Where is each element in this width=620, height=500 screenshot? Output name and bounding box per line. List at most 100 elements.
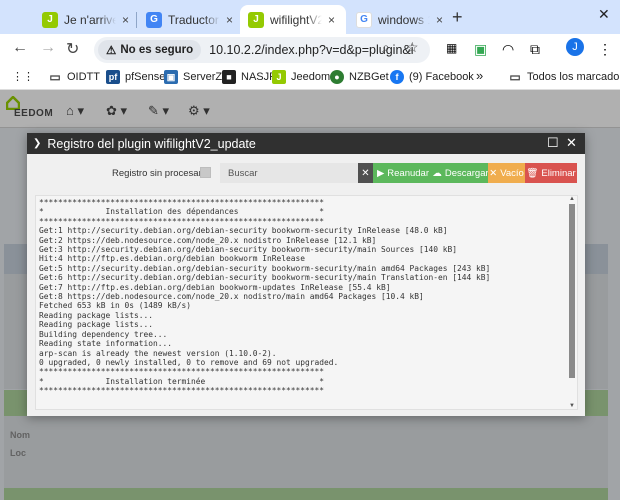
back-icon[interactable]: ← [12,39,28,57]
log-line: * Installation terminée * [39,376,325,386]
close-icon[interactable]: ✕ [566,135,577,151]
log-line: ****************************************… [39,367,325,377]
warning-icon: ⚠ [106,45,117,57]
address-bar[interactable]: ⚠ No es seguro 10.10.2.2/index.php?v=d&p… [94,37,430,63]
log-line: Reading package lists... [39,320,154,330]
extension-icon[interactable]: ▣ [474,41,487,58]
nzbget-icon: ● [330,70,344,84]
bookmark-nasjp[interactable]: ■ NASJP [222,70,276,84]
scroll-up-icon[interactable]: ▲ [569,196,575,202]
tab-title: wifilightV2 - [270,12,322,27]
security-label: No es seguro [120,44,194,56]
profile-avatar[interactable]: J [566,38,584,56]
maximize-icon[interactable]: ☐ [547,135,559,151]
jeedom-favicon-icon: J [248,11,264,28]
pfsense-icon: pf [106,70,120,84]
chevron-right-icon: ❯ [33,138,42,149]
all-bookmarks[interactable]: ▭ Todos los marcadores [508,70,620,84]
button-label: Descargar [444,167,489,179]
bookmark-pfsense[interactable]: pf pfSense [106,70,165,84]
log-line: Get:5 http://security.debian.org/debian-… [39,263,491,273]
resume-button[interactable]: ▶ Reanudar [373,163,433,183]
log-line: Get:8 https://deb.nodesource.com/node_20… [39,292,424,302]
bookmark-nzbget[interactable]: ● NZBGet [330,70,389,84]
bookmark-label: ServerZ [183,71,223,83]
button-label: Vacío [500,167,524,179]
bookmark-label: (9) Facebook [409,71,474,83]
scroll-down-icon[interactable]: ▼ [569,403,575,409]
close-tab-icon[interactable]: × [226,13,233,27]
tab-separator [136,12,137,28]
log-line: Get:7 http://ftp.es.debian.org/debian bo… [39,282,391,292]
bookmark-label: OIDTT [67,71,100,83]
nas-icon: ■ [222,70,236,84]
bookmark-label: pfSense [125,71,166,83]
bookmark-label: Todos los marcadores [527,71,620,83]
log-line: Reading package lists... [39,310,154,320]
search-input[interactable] [220,163,358,183]
raw-log-checkbox[interactable] [200,167,211,178]
clear-search-button[interactable]: ✕ [358,163,373,183]
bookmarks-bar: ⋮⋮ ▭ OIDTT pf pfSense ▣ ServerZ ■ NASJP … [0,64,620,90]
jeedom-icon: J [272,70,286,84]
delete-button[interactable]: 🗑 Eliminar [525,163,577,183]
scrollbar-thumb[interactable] [569,204,575,378]
log-line: arp-scan is already the newest version (… [39,348,277,358]
search-icon[interactable]: ⌕ [382,39,390,56]
new-tab-button[interactable]: + [452,7,463,28]
close-tab-icon[interactable]: × [328,13,335,27]
bookmark-jeedom[interactable]: J Jeedom [272,70,330,84]
log-line: Get:2 https://deb.nodesource.com/node_20… [39,235,377,245]
star-icon[interactable]: ☆ [406,39,419,56]
google-favicon-icon: G [356,11,372,28]
browser-tab-4[interactable]: G windows 11 × [348,5,451,34]
log-line: Hit:4 http://ftp.es.debian.org/debian bo… [39,254,306,264]
facebook-icon: f [390,70,404,84]
more-bookmarks-button[interactable]: » [476,68,483,83]
bookmark-serverz[interactable]: ▣ ServerZ [164,70,222,84]
qr-code-icon[interactable]: ▦ [446,41,457,55]
plugin-log-modal: ❯ Registro del plugin wifilightV2_update… [27,133,585,416]
folder-icon: ▭ [509,70,521,84]
browser-tab-active[interactable]: J wifilightV2 - × [240,5,346,34]
log-line: ****************************************… [39,198,325,207]
browser-tab-2[interactable]: G Traductor de × [138,5,241,34]
log-output[interactable]: ****************************************… [35,195,578,410]
server-icon: ▣ [164,70,178,84]
translate-favicon-icon: G [146,11,162,28]
log-line: Building dependency tree... [39,329,168,339]
close-tab-icon[interactable]: × [436,13,443,27]
trash-icon: 🗑 [526,167,539,179]
cloud-download-icon: ☁ [432,167,442,179]
close-tab-icon[interactable]: × [122,13,129,27]
security-chip[interactable]: ⚠ No es seguro [98,40,202,60]
log-line: ****************************************… [39,216,325,226]
bookmark-facebook[interactable]: f (9) Facebook [390,70,474,84]
log-line: Reading state information... [39,339,173,349]
reload-icon[interactable]: ↻ [66,39,79,59]
log-line: Get:3 http://security.debian.org/debian-… [39,245,458,255]
bookmark-label: Jeedom [291,71,331,83]
tab-title: windows 11 [378,12,430,27]
menu-icon[interactable]: ⋮ [598,41,612,58]
extensions-icon[interactable]: ⧉ [530,41,540,58]
log-text: ****************************************… [39,198,490,396]
browser-tab-1[interactable]: J Je n'arrive pa × [34,5,137,34]
apps-grid-icon[interactable]: ⋮⋮ [12,70,34,83]
empty-button[interactable]: ✕ Vacío [488,163,525,183]
raw-log-label: Registro sin procesar [112,168,202,179]
close-window-icon[interactable]: ✕ [598,6,610,23]
bookmark-label: NZBGet [349,71,389,83]
bookmark-oidtt[interactable]: ▭ OIDTT [48,70,100,84]
tab-title: Traductor de [168,12,220,27]
button-label: Reanudar [387,167,430,179]
folder-icon: ▭ [49,70,61,84]
log-toolbar: Registro sin procesar ✕ ▶ Reanudar ☁ Des… [27,163,585,185]
download-button[interactable]: ☁ Descargar [432,163,489,183]
jeedom-favicon-icon: J [42,11,58,28]
forward-icon[interactable]: → [40,39,56,57]
log-line: Get:6 http://security.debian.org/debian-… [39,273,491,283]
profile-switch-icon[interactable]: ◠ [502,41,514,58]
log-line: Get:1 http://security.debian.org/debian-… [39,226,448,236]
modal-header[interactable]: ❯ Registro del plugin wifilightV2_update… [27,133,585,154]
